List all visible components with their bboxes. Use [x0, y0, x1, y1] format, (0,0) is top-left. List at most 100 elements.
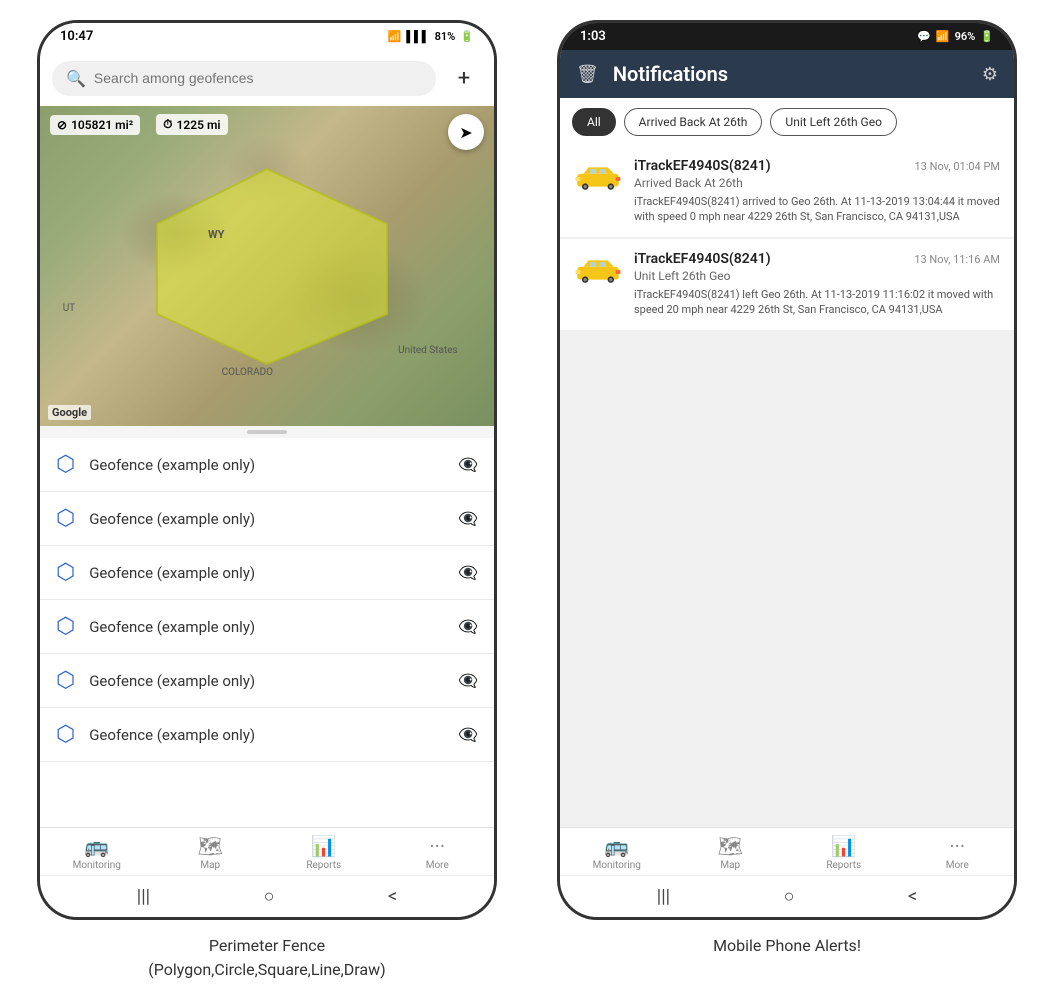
reports-label: Reports [306, 860, 341, 871]
compass-button[interactable]: ➤ [448, 114, 484, 150]
scroll-dot [247, 430, 287, 434]
geofence-list[interactable]: ⬡ Geofence (example only) 👁‍🗨 ⬡ Geofence… [40, 438, 494, 827]
search-input[interactable] [94, 70, 422, 86]
clock-icon: ⏱ [163, 117, 172, 132]
notification-item[interactable]: iTrackEF4940S(8241) 13 Nov, 11:16 AM Uni… [560, 239, 1014, 330]
android-recent-btn[interactable]: ||| [137, 886, 150, 907]
filter-tab-arrived[interactable]: Arrived Back At 26th [624, 108, 763, 136]
car-avatar [574, 162, 622, 192]
right-nav-reports[interactable]: 📊 Reports [787, 834, 901, 871]
left-caption: Perimeter Fence(Polygon,Circle,Square,Li… [148, 934, 385, 982]
area-icon: ⊘ [57, 118, 67, 132]
reports-icon: 📊 [311, 834, 336, 858]
map-label-ut: UT [63, 303, 75, 314]
right-android-back-btn[interactable]: < [908, 886, 917, 907]
notification-list: iTrackEF4940S(8241) 13 Nov, 01:04 PM Arr… [560, 146, 1014, 827]
geofence-name: Geofence (example only) [89, 618, 444, 636]
right-nav-monitoring[interactable]: 🚌 Monitoring [560, 834, 674, 871]
notification-header: 🗑 Notifications ⚙ [560, 50, 1014, 98]
geofence-list-item[interactable]: ⬡ Geofence (example only) 👁‍🗨 [40, 546, 494, 600]
geofence-name: Geofence (example only) [89, 726, 444, 744]
monitoring-label: Monitoring [73, 860, 121, 871]
geofence-name: Geofence (example only) [89, 510, 444, 528]
left-bottom-nav: 🚌 Monitoring 🗺 Map 📊 Reports ··· More [40, 827, 494, 875]
geofence-list-item[interactable]: ⬡ Geofence (example only) 👁‍🗨 [40, 600, 494, 654]
scroll-indicator [40, 426, 494, 438]
notification-time: 13 Nov, 11:16 AM [914, 253, 1000, 266]
geofence-name: Geofence (example only) [89, 672, 444, 690]
map-label-wy: WY [208, 228, 224, 241]
geofence-list-item[interactable]: ⬡ Geofence (example only) 👁‍🗨 [40, 708, 494, 762]
geofence-list-item[interactable]: ⬡ Geofence (example only) 👁‍🗨 [40, 492, 494, 546]
right-phone-screen: 1:03 💬 📶 96% 🔋 🗑 Notifications ⚙ [560, 23, 1014, 917]
search-input-wrap[interactable]: 🔍 [52, 61, 436, 96]
more-label: More [426, 860, 449, 871]
notification-item[interactable]: iTrackEF4940S(8241) 13 Nov, 01:04 PM Arr… [560, 146, 1014, 237]
right-monitoring-label: Monitoring [593, 860, 641, 871]
geofence-icon: ⬡ [56, 452, 75, 477]
add-geofence-button[interactable]: + [446, 60, 482, 96]
left-phone-screen: 10:47 📶 ▌▌▌ 81% 🔋 🔍 + [40, 23, 494, 917]
map-label-co: COLORADO [222, 367, 273, 378]
filter-tabs-container: All Arrived Back At 26th Unit Left 26th … [560, 98, 1014, 146]
geofence-list-item[interactable]: ⬡ Geofence (example only) 👁‍🗨 [40, 654, 494, 708]
visibility-icon[interactable]: 👁‍🗨 [458, 455, 478, 474]
right-nav-more[interactable]: ··· More [901, 834, 1015, 871]
search-bar-container: 🔍 + [40, 50, 494, 106]
search-icon: 🔍 [66, 69, 86, 88]
settings-button[interactable]: ⚙ [982, 64, 998, 85]
right-map-label: Map [720, 860, 740, 871]
filter-tab-all[interactable]: All [572, 108, 616, 136]
visibility-icon[interactable]: 👁‍🗨 [458, 563, 478, 582]
signal-icon: ▌▌▌ [406, 30, 429, 43]
chat-icon: 💬 [917, 30, 931, 43]
map-background: ⊘ 105821 mi² ⏱ 1225 mi ➤ WY [40, 106, 494, 426]
left-status-bar: 10:47 📶 ▌▌▌ 81% 🔋 [40, 23, 494, 50]
left-phone-frame: 10:47 📶 ▌▌▌ 81% 🔋 🔍 + [37, 20, 497, 920]
visibility-icon[interactable]: 👁‍🗨 [458, 725, 478, 744]
notification-content: iTrackEF4940S(8241) 13 Nov, 11:16 AM Uni… [634, 251, 1000, 318]
android-home-btn[interactable]: ○ [264, 886, 275, 907]
notification-top-row: iTrackEF4940S(8241) 13 Nov, 11:16 AM [634, 251, 1000, 267]
notification-content: iTrackEF4940S(8241) 13 Nov, 01:04 PM Arr… [634, 158, 1000, 225]
filter-tab-unit-left[interactable]: Unit Left 26th Geo [770, 108, 897, 136]
right-status-icons: 💬 📶 96% 🔋 [917, 30, 994, 43]
right-android-recent-btn[interactable]: ||| [657, 886, 670, 907]
geofence-icon: ⬡ [56, 614, 75, 639]
geofence-icon: ⬡ [56, 668, 75, 693]
notification-body: iTrackEF4940S(8241) left Geo 26th. At 11… [634, 287, 1000, 318]
map-stat-distance: ⏱ 1225 mi [156, 114, 227, 135]
right-monitoring-icon: 🚌 [604, 834, 629, 858]
right-signal-icon: 📶 [936, 30, 950, 43]
notifications-title: Notifications [613, 62, 968, 86]
visibility-icon[interactable]: 👁‍🗨 [458, 617, 478, 636]
right-android-nav: ||| ○ < [560, 875, 1014, 917]
right-nav-map[interactable]: 🗺 Map [674, 834, 788, 871]
notification-subtitle: Arrived Back At 26th [634, 176, 1000, 190]
right-battery-icon: 🔋 [980, 30, 994, 43]
notification-body: iTrackEF4940S(8241) arrived to Geo 26th.… [634, 194, 1000, 225]
google-logo: Google [48, 405, 91, 420]
right-more-icon: ··· [949, 834, 965, 858]
compass-icon: ➤ [459, 123, 472, 142]
map-label: Map [200, 860, 220, 871]
right-bottom-nav: 🚌 Monitoring 🗺 Map 📊 Reports ··· More [560, 827, 1014, 875]
nav-reports[interactable]: 📊 Reports [267, 834, 381, 871]
right-android-home-btn[interactable]: ○ [784, 886, 795, 907]
right-map-icon: 🗺 [718, 834, 743, 858]
monitoring-icon: 🚌 [84, 834, 109, 858]
visibility-icon[interactable]: 👁‍🗨 [458, 671, 478, 690]
battery-text: 81% [435, 30, 456, 43]
delete-button[interactable]: 🗑 [576, 64, 599, 85]
device-name: iTrackEF4940S(8241) [634, 251, 771, 267]
notification-time: 13 Nov, 01:04 PM [915, 160, 1000, 173]
nav-more[interactable]: ··· More [381, 834, 495, 871]
android-back-btn[interactable]: < [388, 886, 397, 907]
right-more-label: More [946, 860, 969, 871]
nav-monitoring[interactable]: 🚌 Monitoring [40, 834, 154, 871]
right-caption: Mobile Phone Alerts! [713, 934, 861, 958]
right-battery-text: 96% [955, 30, 976, 43]
visibility-icon[interactable]: 👁‍🗨 [458, 509, 478, 528]
geofence-list-item[interactable]: ⬡ Geofence (example only) 👁‍🗨 [40, 438, 494, 492]
nav-map[interactable]: 🗺 Map [154, 834, 268, 871]
